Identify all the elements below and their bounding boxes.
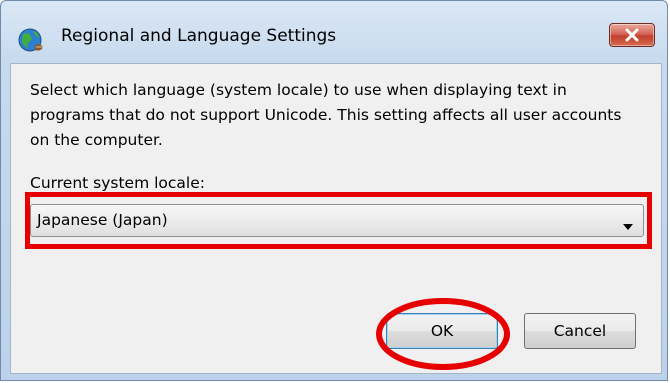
title-bar[interactable]: Regional and Language Settings	[1, 1, 669, 63]
locale-label: Current system locale:	[30, 174, 205, 192]
chevron-down-icon[interactable]	[623, 217, 633, 235]
cancel-button[interactable]: Cancel	[524, 313, 636, 349]
locale-dropdown-value: Japanese (Japan)	[37, 211, 168, 229]
globe-icon	[15, 25, 49, 55]
dialog-window: Regional and Language Settings Select wh…	[0, 0, 668, 381]
description-text: Select which language (system locale) to…	[30, 81, 622, 149]
ok-button[interactable]: OK	[386, 313, 498, 349]
close-button[interactable]	[609, 23, 655, 47]
window-title: Regional and Language Settings	[61, 26, 337, 46]
locale-dropdown[interactable]: Japanese (Japan)	[30, 204, 644, 237]
dialog-content: Select which language (system locale) to…	[10, 63, 662, 374]
